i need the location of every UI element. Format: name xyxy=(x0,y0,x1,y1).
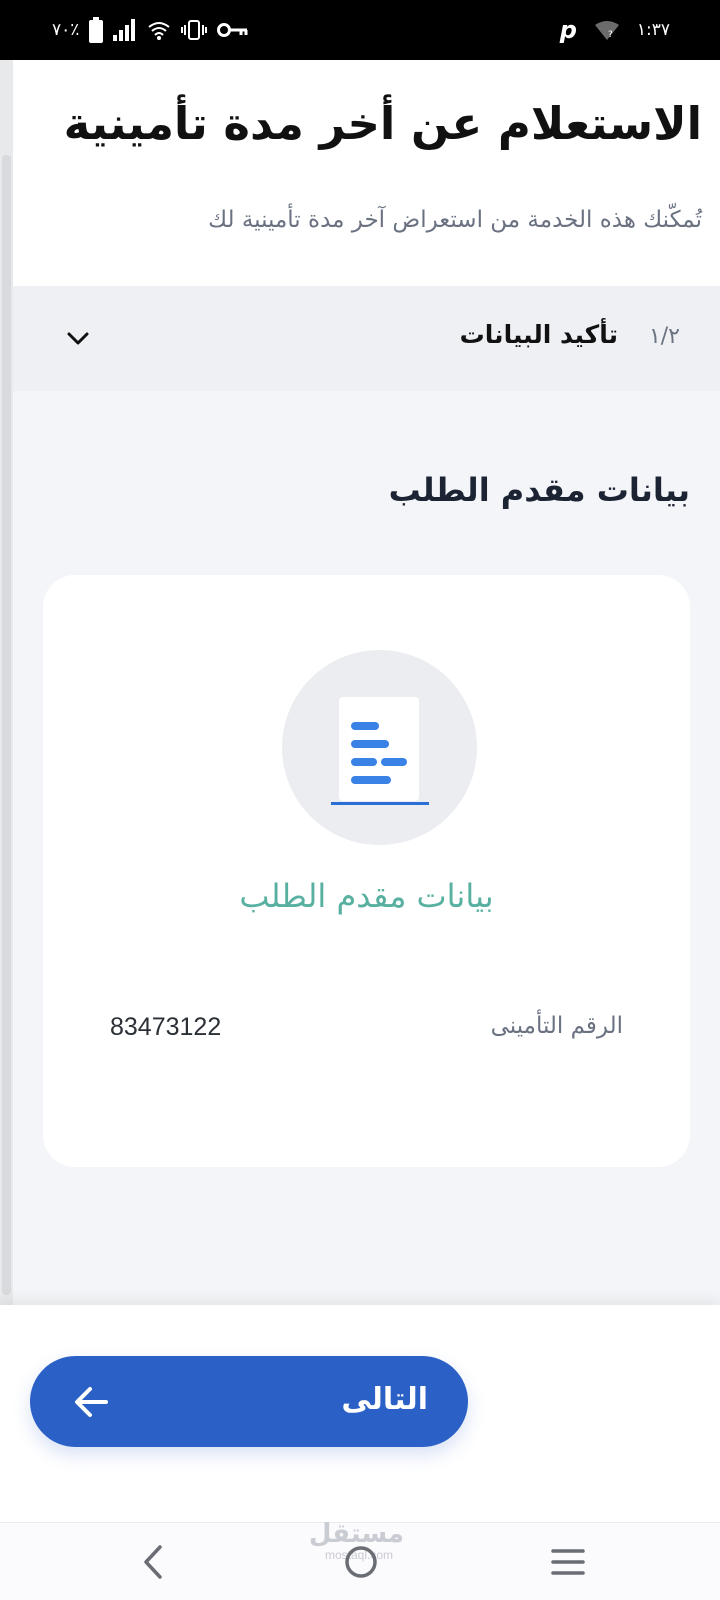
wifi-icon xyxy=(147,19,171,41)
document-underline xyxy=(331,802,429,805)
svg-text:?: ? xyxy=(608,30,613,40)
step-accordion-header[interactable]: ١/٢ تأكيد البيانات xyxy=(13,286,720,391)
scroll-thumb[interactable] xyxy=(2,155,11,1295)
chevron-down-icon[interactable] xyxy=(53,314,103,364)
main-content: بيانات مقدم الطلب بيانات مقدم الطلب الرق… xyxy=(13,391,720,1305)
page-subtitle: تُمكّنك هذه الخدمة من استعراض آخر مدة تأ… xyxy=(208,207,702,233)
document-icon xyxy=(282,650,477,845)
p-app-icon: p xyxy=(559,16,577,44)
scroll-rail[interactable] xyxy=(0,60,13,1305)
vpn-key-icon xyxy=(217,21,249,39)
insurance-number-value: 83473122 xyxy=(110,1013,222,1041)
doc-line xyxy=(351,740,389,748)
page-title: الاستعلام عن أخر مدة تأمينية xyxy=(63,97,702,150)
card-title: بيانات مقدم الطلب xyxy=(239,877,494,915)
status-bar-right: p ? ١:٣٧ xyxy=(560,16,670,44)
doc-line xyxy=(351,776,391,784)
section-title: بيانات مقدم الطلب xyxy=(388,471,690,509)
next-button[interactable]: التالى xyxy=(30,1356,468,1447)
doc-line xyxy=(351,758,377,766)
insurance-number-label: الرقم التأمينى xyxy=(490,1013,623,1039)
wifi-unknown-icon: ? xyxy=(594,20,619,40)
step-counter: ١/٢ xyxy=(648,324,680,349)
doc-line xyxy=(351,722,379,730)
applicant-data-card: بيانات مقدم الطلب الرقم التأمينى 8347312… xyxy=(43,575,690,1167)
vibrate-icon xyxy=(181,19,208,41)
document-paper xyxy=(339,697,419,801)
status-bar: ٧٠٪ p ? ١:٣٧ xyxy=(0,0,720,60)
step-title: تأكيد البيانات xyxy=(459,320,618,349)
status-time: ١:٣٧ xyxy=(636,20,670,40)
signal-icon xyxy=(113,19,137,41)
nav-home-icon[interactable] xyxy=(344,1545,378,1579)
battery-icon xyxy=(89,17,104,43)
nav-recents-icon[interactable] xyxy=(550,1547,586,1577)
bottom-action-bar: التالى xyxy=(0,1305,720,1522)
doc-line xyxy=(381,758,407,766)
arrow-left-icon xyxy=(70,1380,114,1424)
status-bar-left: ٧٠٪ xyxy=(52,16,249,44)
battery-percent: ٧٠٪ xyxy=(52,20,80,40)
next-button-label: التالى xyxy=(341,1382,428,1417)
system-nav-bar: مستقل mostaql.com xyxy=(0,1519,720,1600)
nav-back-icon[interactable] xyxy=(138,1543,168,1581)
